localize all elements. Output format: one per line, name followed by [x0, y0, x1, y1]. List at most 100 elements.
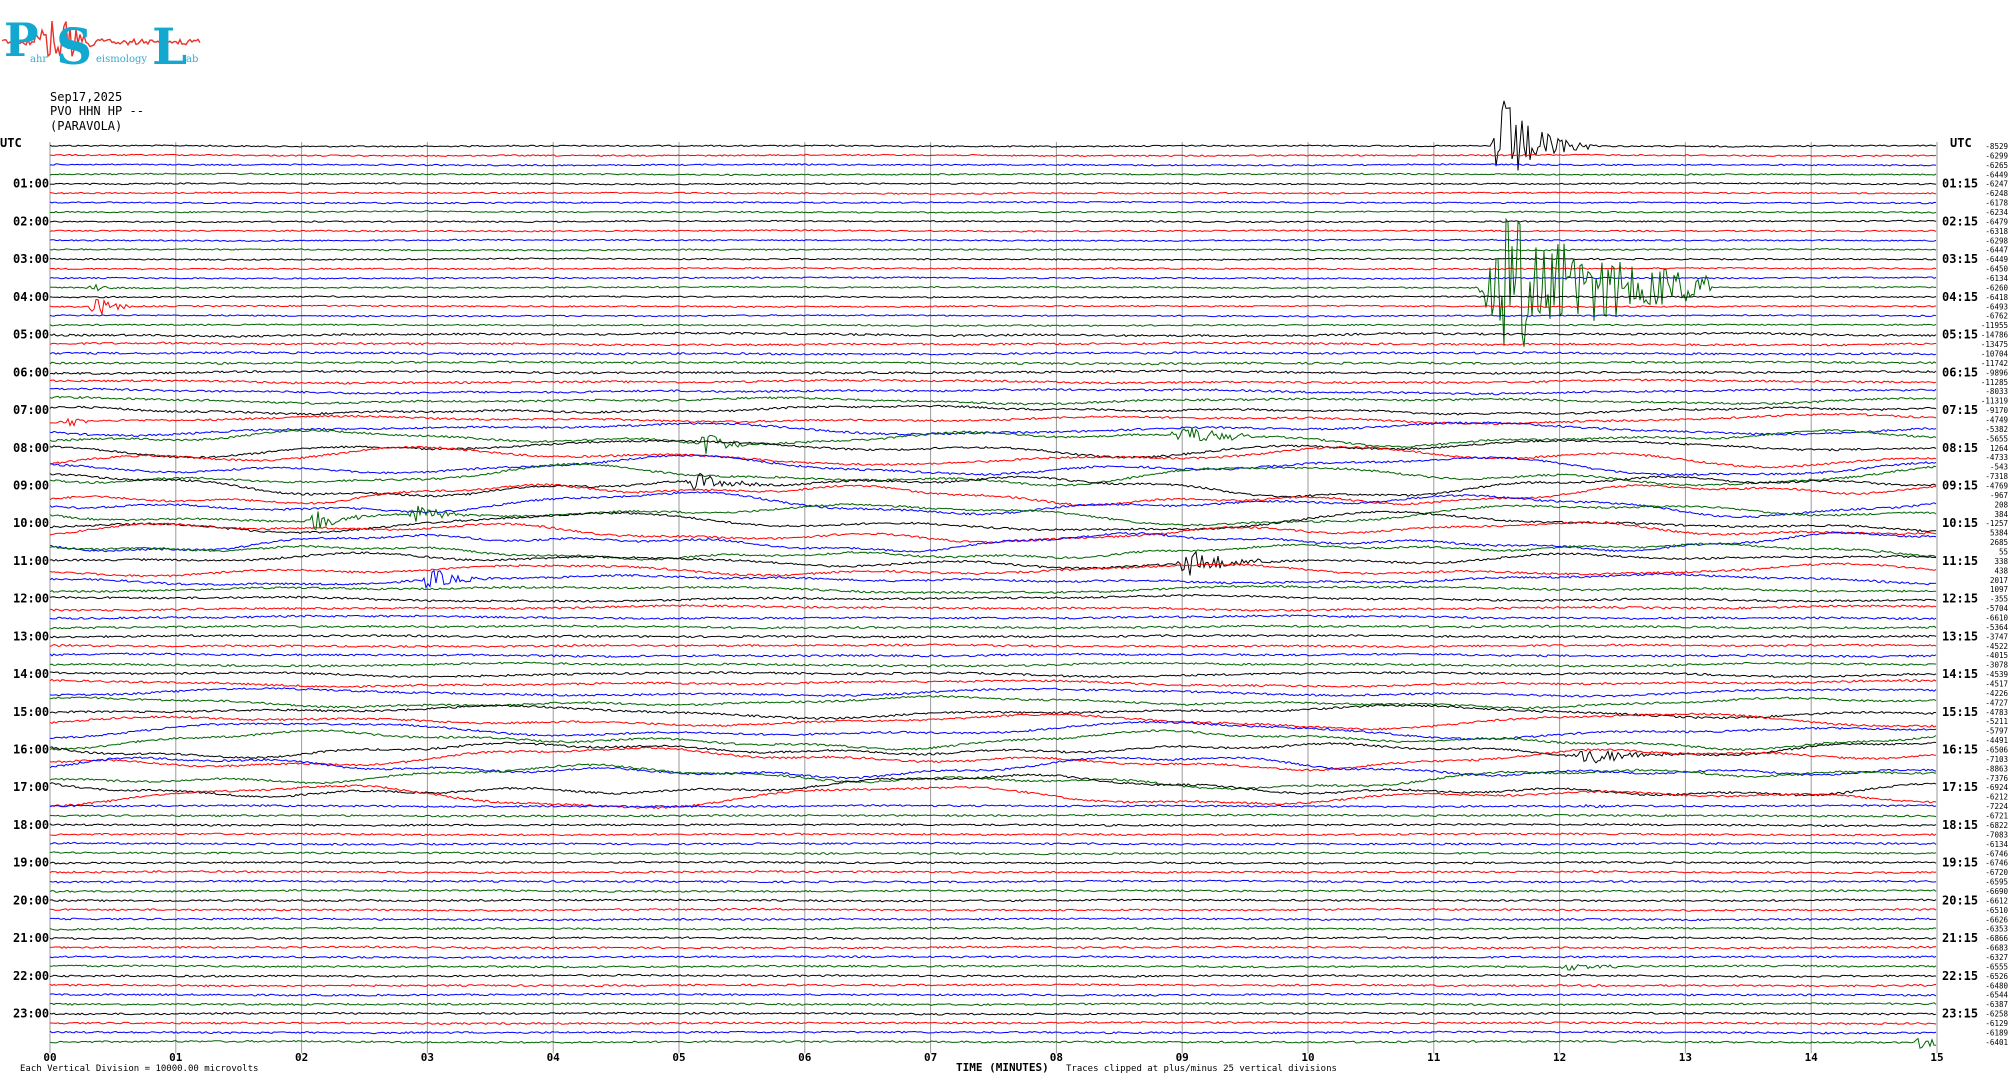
- trace-offset-label: -6353: [1985, 925, 2008, 934]
- trace-offset-label: -4749: [1985, 415, 2008, 424]
- psl-logo: P S L ahr eismology ab: [1, 13, 201, 76]
- trace-offset-label: -7318: [1985, 472, 2008, 481]
- x-tick-label: 01: [169, 1051, 183, 1064]
- right-hour-label: 12:15: [1942, 592, 1978, 606]
- seismic-trace: [49, 678, 1937, 689]
- helicorder-plot: P S L ahr eismology ab Sep17,2025 PVO HH…: [0, 13, 2009, 1074]
- seismic-trace: [49, 219, 1937, 224]
- seismic-trace: [49, 257, 1937, 261]
- left-hour-label: 09:00: [13, 478, 49, 492]
- right-hour-label: 15:15: [1942, 705, 1978, 719]
- record-date: Sep17,2025: [50, 90, 122, 104]
- x-tick-label: 06: [798, 1051, 812, 1064]
- x-tick-label: 08: [1050, 1051, 1063, 1064]
- trace-offset-label: -355: [1990, 595, 2008, 604]
- trace-offset-label: -4539: [1985, 670, 2008, 679]
- left-hour-label: 02:00: [13, 214, 49, 228]
- x-tick-label: 10: [1301, 1051, 1314, 1064]
- right-hour-label: 22:15: [1942, 969, 1978, 983]
- seismic-trace: [49, 378, 1937, 385]
- seismic-trace: [49, 945, 1937, 950]
- trace-offset-label: 384: [1994, 510, 2008, 519]
- trace-offset-label: -6493: [1985, 302, 2008, 311]
- seismic-trace: [49, 210, 1937, 214]
- x-tick-label: 15: [1930, 1051, 1943, 1064]
- seismic-trace: [50, 907, 1937, 912]
- seismic-trace: [49, 860, 1937, 865]
- trace-offset-label: -6129: [1985, 1019, 2008, 1028]
- left-hour-label: 10:00: [13, 516, 49, 530]
- left-utc-label: UTC: [0, 136, 22, 150]
- seismic-trace: [49, 323, 1937, 327]
- seismic-trace: [49, 712, 1937, 731]
- seismic-trace: [49, 803, 1937, 809]
- seismic-trace: [49, 841, 1937, 846]
- seismic-trace: [49, 973, 1936, 978]
- logo-tagline-3: ab: [186, 54, 198, 65]
- trace-offset-label: -11319: [1981, 397, 2008, 406]
- trace-offset-label: -6265: [1985, 161, 2008, 170]
- x-tick-label: 12: [1553, 1051, 1566, 1064]
- trace-offset-label: -5704: [1985, 604, 2008, 613]
- seismic-trace: [49, 870, 1937, 875]
- seismic-trace: [49, 163, 1937, 167]
- seismic-trace: [49, 238, 1937, 243]
- trace-offset-label: -6612: [1985, 896, 2008, 905]
- seismic-trace: [49, 542, 1937, 561]
- seismic-trace: [49, 314, 1937, 318]
- trace-offset-label: 438: [1994, 566, 2008, 575]
- left-hour-label: 07:00: [13, 403, 49, 417]
- seismic-trace: [49, 427, 1937, 454]
- trace-offset-label: -5655: [1985, 434, 2008, 443]
- seismic-trace: [49, 483, 1937, 507]
- seismic-trace: [49, 964, 1937, 971]
- right-hour-label: 11:15: [1942, 554, 1978, 568]
- right-utc-label: UTC: [1950, 136, 1972, 150]
- seismic-trace: [49, 100, 1937, 171]
- trace-offset-label: -6418: [1985, 293, 2008, 302]
- seismic-trace: [49, 822, 1937, 828]
- right-hour-label: 03:15: [1942, 252, 1978, 266]
- left-hour-label: 05:00: [13, 328, 49, 342]
- seismic-trace: [49, 851, 1937, 856]
- trace-offset-label: -5211: [1985, 717, 2008, 726]
- left-hour-label: 03:00: [13, 252, 49, 266]
- trace-offset-label: -6480: [1985, 981, 2008, 990]
- right-hour-label: 18:15: [1942, 818, 1978, 832]
- left-hour-label: 20:00: [13, 893, 49, 907]
- left-hour-label: 19:00: [13, 856, 49, 870]
- right-hour-label: 09:15: [1942, 478, 1978, 492]
- trace-offset-label: 1264: [1990, 444, 2009, 453]
- trace-offset-label: -6683: [1985, 944, 2008, 953]
- seismic-trace: [49, 763, 1937, 791]
- seismic-trace: [49, 191, 1937, 195]
- seismic-trace: [49, 889, 1937, 893]
- right-hour-label: 17:15: [1942, 780, 1978, 794]
- trace-offset-label: -6327: [1985, 953, 2008, 962]
- trace-offset-label: -6260: [1985, 283, 2008, 292]
- right-hour-label: 21:15: [1942, 931, 1978, 945]
- seismic-trace: [49, 404, 1937, 416]
- trace-offset-label: -4491: [1985, 736, 2008, 745]
- trace-offset-label: -6544: [1985, 991, 2008, 1000]
- x-tick-label: 03: [421, 1051, 434, 1064]
- left-hour-label: 12:00: [13, 592, 49, 606]
- trace-offset-label: -6822: [1985, 821, 2008, 830]
- seismic-trace: [49, 593, 1937, 603]
- trace-offset-label: 338: [1994, 557, 2008, 566]
- trace-offset-label: -6506: [1985, 746, 2008, 755]
- trace-offset-label: -9170: [1985, 406, 2008, 415]
- trace-offset-label: -6510: [1985, 906, 2008, 915]
- trace-offset-label: -5382: [1985, 425, 2008, 434]
- seismic-trace: [49, 661, 1937, 668]
- trace-offset-label: -8033: [1985, 387, 2008, 396]
- seismic-trace: [49, 510, 1937, 535]
- trace-offset-label: -11742: [1981, 359, 2008, 368]
- trace-offset-label: 208: [1994, 500, 2008, 509]
- trace-offset-label: -6866: [1985, 934, 2008, 943]
- trace-offset-label: -7376: [1985, 774, 2008, 783]
- trace-offset-label: -6234: [1985, 208, 2008, 217]
- x-axis-title: TIME (MINUTES): [956, 1061, 1049, 1074]
- seismic-trace: [49, 955, 1937, 960]
- left-hour-label: 04:00: [13, 290, 49, 304]
